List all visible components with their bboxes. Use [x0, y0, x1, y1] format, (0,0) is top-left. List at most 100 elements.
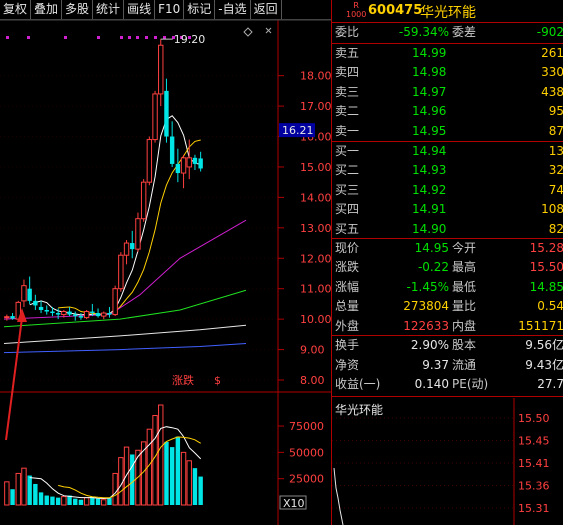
candle-body[interactable]	[73, 314, 78, 317]
stat-value: 2.90%	[410, 338, 449, 352]
volume-bar	[186, 460, 192, 506]
candle-body[interactable]	[140, 181, 147, 220]
annotation-arrow	[5, 317, 23, 441]
event-marker	[64, 36, 67, 39]
quote-value: 14.95	[414, 241, 449, 255]
zhangdie-marker[interactable]: 涨跌	[172, 373, 194, 387]
event-marker	[154, 36, 157, 39]
toolbar-back-button[interactable]: 返回	[251, 0, 282, 19]
candle-body[interactable]	[78, 316, 84, 318]
toolbar-multi-stock-button[interactable]: 多股	[62, 0, 94, 19]
candle-body[interactable]	[130, 243, 135, 250]
candle-body[interactable]	[112, 288, 118, 316]
volume-tick-label: 75000	[289, 420, 324, 433]
candle-body[interactable]	[21, 285, 27, 302]
stock-header: R 1000 600475 华光环能	[332, 0, 563, 22]
quote-value: -0.22	[417, 260, 449, 275]
candle-body[interactable]	[95, 313, 101, 317]
stat-value-2: 9.43亿	[525, 357, 563, 372]
quote-row: 外盘 122633 内盘 151171	[332, 317, 563, 336]
toolbar-f10-button[interactable]: F10	[155, 0, 185, 19]
ma5-line	[29, 115, 201, 316]
candle-body[interactable]	[146, 139, 153, 183]
kline-chart[interactable]: 18.0017.0016.0015.0014.0013.0012.0011.00…	[0, 0, 331, 525]
toolbar-draw-line-button[interactable]: 画线	[124, 0, 156, 19]
candle-body[interactable]	[180, 157, 187, 174]
candle-body[interactable]	[158, 44, 164, 95]
candle-body[interactable]	[175, 163, 181, 174]
candle-body[interactable]	[67, 311, 72, 315]
stat-row: 换手 2.90% 股本 9.56亿	[332, 336, 563, 355]
candle-body[interactable]	[33, 300, 38, 306]
candle-body[interactable]	[61, 311, 67, 316]
candle-body[interactable]	[186, 157, 192, 168]
candle-body[interactable]	[123, 242, 130, 256]
quote-value: 273804	[403, 299, 449, 314]
ask-volume: 87	[548, 123, 563, 138]
bid-volume: 32	[548, 163, 563, 178]
candle-body[interactable]	[83, 311, 90, 319]
toolbar-fuquan-button[interactable]: 复权	[0, 0, 32, 19]
candle-body[interactable]	[169, 136, 175, 164]
bid-row: 买三 14.92 74	[332, 181, 563, 200]
price-tick-label: 17.00	[300, 100, 331, 113]
candle-body[interactable]	[90, 311, 95, 314]
volume-bar	[101, 499, 107, 506]
quote-value-2: 15.50	[529, 260, 563, 275]
mini-intraday-chart[interactable]: 15.50 15.45 15.41 15.36 15.31	[332, 398, 563, 525]
quote-row: 涨跌 -0.22 最高 15.50	[332, 258, 563, 277]
weicha-label: 委差	[452, 25, 477, 39]
candle-body[interactable]	[4, 316, 10, 319]
mini-axis-label: 15.36	[518, 480, 550, 493]
candle-body[interactable]	[50, 311, 55, 314]
candle-body[interactable]	[198, 158, 203, 169]
quote-value-2: 14.85	[529, 279, 563, 294]
candle-body[interactable]	[152, 93, 158, 141]
volume-bar	[50, 496, 55, 505]
candle-body[interactable]	[10, 316, 15, 319]
ask-row: 卖一 14.95 87	[332, 122, 563, 141]
quote-label-2: 今开	[452, 241, 477, 255]
candle-body[interactable]	[135, 218, 141, 250]
event-marker	[6, 36, 9, 39]
price-tick-label: 8.00	[300, 374, 325, 387]
volume-tick-label: 50000	[289, 446, 324, 459]
candle-body[interactable]	[101, 312, 107, 317]
toolbar-mark-button[interactable]: 标记	[184, 0, 216, 19]
candle-body[interactable]	[44, 310, 49, 312]
dollar-marker[interactable]: $	[214, 374, 221, 387]
price-tick-label: 12.00	[300, 252, 331, 265]
ask-price: 14.99	[412, 46, 447, 60]
ma60-line	[3, 324, 247, 344]
candle-body[interactable]	[55, 313, 61, 315]
bid-row: 买一 14.94 13	[332, 142, 563, 161]
candle-body[interactable]	[192, 157, 198, 164]
toolbar-overlay-button[interactable]: 叠加	[31, 0, 63, 19]
volume-bar	[21, 467, 27, 506]
toolbar-watchlist-button[interactable]: -自选	[215, 0, 251, 19]
volume-bar	[175, 436, 181, 505]
volume-bar	[78, 499, 84, 505]
volume-bar	[10, 489, 15, 505]
candle-body[interactable]	[118, 254, 124, 290]
candle-body[interactable]	[107, 313, 112, 315]
ma20-line	[3, 219, 247, 320]
quote-label: 外盘	[335, 318, 360, 333]
volume-bar	[83, 497, 90, 506]
market-badge: R 1000	[346, 1, 366, 19]
badge-top: R	[353, 1, 359, 10]
candle-body[interactable]	[164, 90, 169, 137]
high-label: 19.20	[174, 33, 206, 46]
bid-label: 买一	[335, 144, 360, 158]
volume-bar	[107, 497, 112, 505]
quote-value: 122633	[403, 318, 449, 333]
stat-label: 收益(一)	[335, 377, 381, 392]
stat-label-2: PE(动)	[452, 377, 489, 392]
volume-bar	[198, 476, 203, 505]
candle-body[interactable]	[38, 306, 44, 310]
candle-body[interactable]	[27, 288, 32, 301]
diamond-icon[interactable]	[243, 27, 253, 37]
volume-bar	[169, 447, 175, 505]
toolbar-statistics-button[interactable]: 统计	[93, 0, 125, 19]
close-icon[interactable]	[265, 27, 272, 34]
